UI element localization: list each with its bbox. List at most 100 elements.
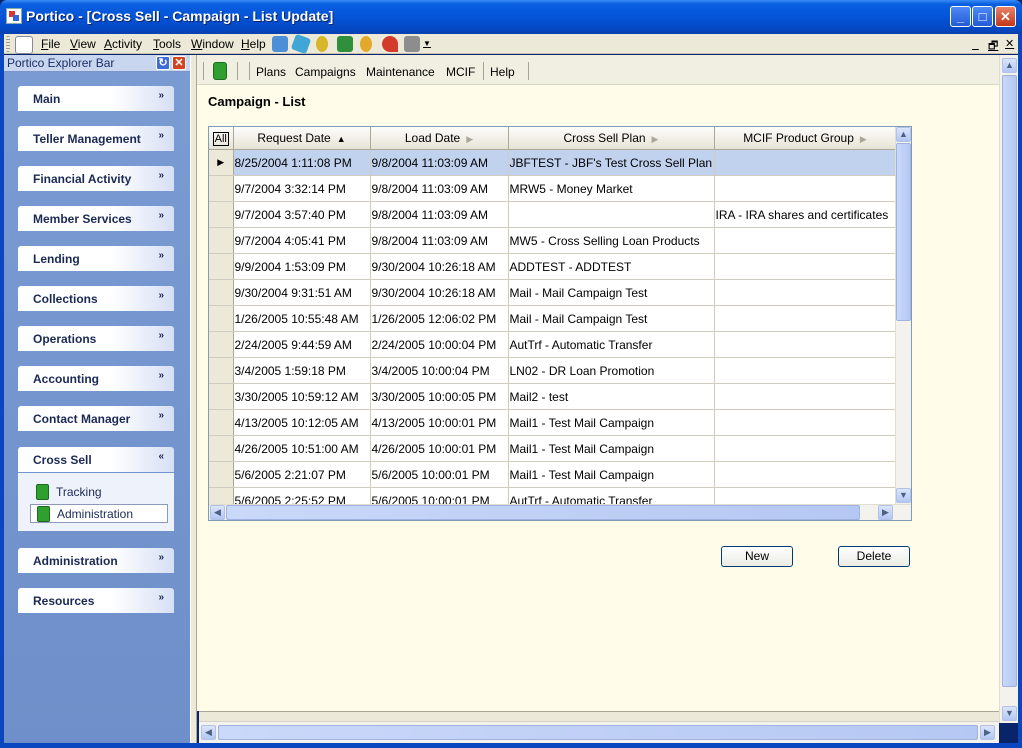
chevron-collapse-icon[interactable]: « [158,451,164,462]
table-cell[interactable]: 3/30/2005 10:59:12 AM [233,383,371,410]
group-resources[interactable]: Resources » [18,588,174,613]
table-cell[interactable]: 1/26/2005 12:06:02 PM [370,305,509,332]
row-selector[interactable]: ▶ [209,149,234,176]
table-cell[interactable]: 9/7/2004 4:05:41 PM [233,227,371,254]
chevron-down-icon[interactable]: ▼ [423,39,431,48]
scroll-left-button[interactable]: ◀ [201,725,216,740]
column-header-cross-sell-plan[interactable]: Cross Sell Plan ▶ [508,127,715,150]
document-app-icon[interactable] [15,36,33,54]
table-cell[interactable] [714,279,897,306]
menu-view[interactable]: View [70,37,96,51]
table-cell[interactable]: JBFTEST - JBF's Test Cross Sell Plan [508,149,715,176]
new-button[interactable]: New [721,546,793,567]
table-cell[interactable] [714,409,897,436]
chevron-expand-icon[interactable]: » [158,130,164,141]
table-cell[interactable]: 4/26/2005 10:00:01 PM [370,435,509,462]
explorer-refresh-icon[interactable]: ↻ [156,56,170,70]
table-row[interactable]: 4/26/2005 10:51:00 AM 4/26/2005 10:00:01 … [209,435,897,462]
scroll-left-button[interactable]: ◀ [210,505,225,520]
scroll-up-button[interactable]: ▲ [896,127,911,142]
table-cell[interactable]: Mail1 - Test Mail Campaign [508,435,715,462]
chevron-expand-icon[interactable]: » [158,290,164,301]
table-row[interactable]: 2/24/2005 9:44:59 AM 2/24/2005 10:00:04 P… [209,331,897,358]
table-cell[interactable]: 9/8/2004 11:03:09 AM [370,149,509,176]
table-cell[interactable]: Mail1 - Test Mail Campaign [508,461,715,488]
row-selector[interactable] [209,305,234,332]
row-selector[interactable] [209,461,234,488]
menu-activity[interactable]: Activity [104,37,142,51]
chevron-expand-icon[interactable]: » [158,552,164,563]
scroll-thumb[interactable] [218,725,978,740]
explorer-close-button[interactable]: ✕ [172,56,186,70]
row-selector[interactable] [209,175,234,202]
table-cell[interactable] [714,305,897,332]
table-cell[interactable]: AutTrf - Automatic Transfer [508,331,715,358]
row-selector[interactable] [209,435,234,462]
group-administration[interactable]: Administration » [18,548,174,573]
chevron-expand-icon[interactable]: » [158,410,164,421]
scroll-thumb[interactable] [1002,75,1017,687]
group-cross-sell[interactable]: Cross Sell « [18,447,174,472]
table-cell[interactable]: 4/26/2005 10:51:00 AM [233,435,371,462]
grid-horizontal-scrollbar[interactable]: ◀ ▶ [209,504,911,520]
mdi-close-button[interactable]: ✕ [1005,37,1014,50]
table-row[interactable]: 3/4/2005 1:59:18 PM 3/4/2005 10:00:04 PM L… [209,357,897,384]
table-cell[interactable]: 9/30/2004 9:31:51 AM [233,279,371,306]
scroll-down-button[interactable]: ▼ [1002,706,1017,721]
table-cell[interactable]: 5/6/2005 2:21:07 PM [233,461,371,488]
table-cell[interactable]: 9/30/2004 10:26:18 AM [370,279,509,306]
table-cell[interactable]: 9/8/2004 11:03:09 AM [370,175,509,202]
row-selector[interactable] [209,279,234,306]
table-cell[interactable]: Mail - Mail Campaign Test [508,305,715,332]
menu-help[interactable]: Help [241,37,266,51]
table-cell[interactable] [714,253,897,280]
table-row[interactable]: 3/30/2005 10:59:12 AM 3/30/2005 10:00:05 … [209,383,897,410]
table-cell[interactable]: 9/9/2004 1:53:09 PM [233,253,371,280]
row-selector[interactable] [209,409,234,436]
group-financial-activity[interactable]: Financial Activity » [18,166,174,191]
clipboard-icon[interactable] [213,62,227,80]
table-cell[interactable] [714,357,897,384]
portico-app-icon[interactable] [6,8,22,24]
chevron-expand-icon[interactable]: » [158,170,164,181]
table-cell[interactable]: MRW5 - Money Market [508,175,715,202]
cash-icon[interactable] [337,36,353,52]
toolbar-maintenance[interactable]: Maintenance [366,65,435,79]
table-cell[interactable]: Mail - Mail Campaign Test [508,279,715,306]
scroll-down-button[interactable]: ▼ [896,488,911,503]
column-header-load-date[interactable]: Load Date ▶ [370,127,509,150]
grid-vertical-scrollbar[interactable]: ▲ ▼ [895,127,911,504]
menu-window[interactable]: Window [191,37,234,51]
table-row[interactable]: 1/26/2005 10:55:48 AM 1/26/2005 12:06:02 … [209,305,897,332]
tag-icon[interactable] [290,33,312,55]
mdi-minimize-button[interactable]: _ [972,37,979,51]
table-row[interactable]: 5/6/2005 2:21:07 PM 5/6/2005 10:00:01 PM M… [209,461,897,488]
table-row[interactable]: 9/9/2004 1:53:09 PM 9/30/2004 10:26:18 AM… [209,253,897,280]
table-cell[interactable]: ADDTEST - ADDTEST [508,253,715,280]
menu-file[interactable]: File [41,37,60,51]
mdi-restore-button[interactable]: 🗗 [988,37,998,56]
column-header-request-date[interactable]: Request Date ▲ [233,127,371,150]
table-row[interactable]: 9/7/2004 3:32:14 PM 9/8/2004 11:03:09 AM M… [209,175,897,202]
row-selector[interactable] [209,357,234,384]
table-cell[interactable]: MW5 - Cross Selling Loan Products [508,227,715,254]
table-cell[interactable]: Mail1 - Test Mail Campaign [508,409,715,436]
scroll-right-button[interactable]: ▶ [980,725,995,740]
table-cell[interactable] [714,331,897,358]
close-button[interactable]: ✕ [995,6,1016,27]
table-row[interactable]: 9/7/2004 4:05:41 PM 9/8/2004 11:03:09 AM M… [209,227,897,254]
scroll-right-button[interactable]: ▶ [878,505,893,520]
table-cell[interactable]: 2/24/2005 10:00:04 PM [370,331,509,358]
table-cell[interactable]: 3/4/2005 10:00:04 PM [370,357,509,384]
table-cell[interactable] [714,383,897,410]
toolbar-campaigns[interactable]: Campaigns [295,65,356,79]
chevron-expand-icon[interactable]: » [158,250,164,261]
table-row[interactable]: 9/30/2004 9:31:51 AM 9/30/2004 10:26:18 A… [209,279,897,306]
chevron-expand-icon[interactable]: » [158,592,164,603]
content-vertical-scrollbar[interactable]: ▲ ▼ [999,55,1018,723]
group-collections[interactable]: Collections » [18,286,174,311]
select-all-button[interactable]: All [212,131,229,146]
campaign-grid[interactable]: All Request Date ▲ Load Date ▶ Cross Sell … [208,126,912,521]
printer-icon[interactable] [404,36,420,52]
table-cell[interactable]: 1/26/2005 10:55:48 AM [233,305,371,332]
